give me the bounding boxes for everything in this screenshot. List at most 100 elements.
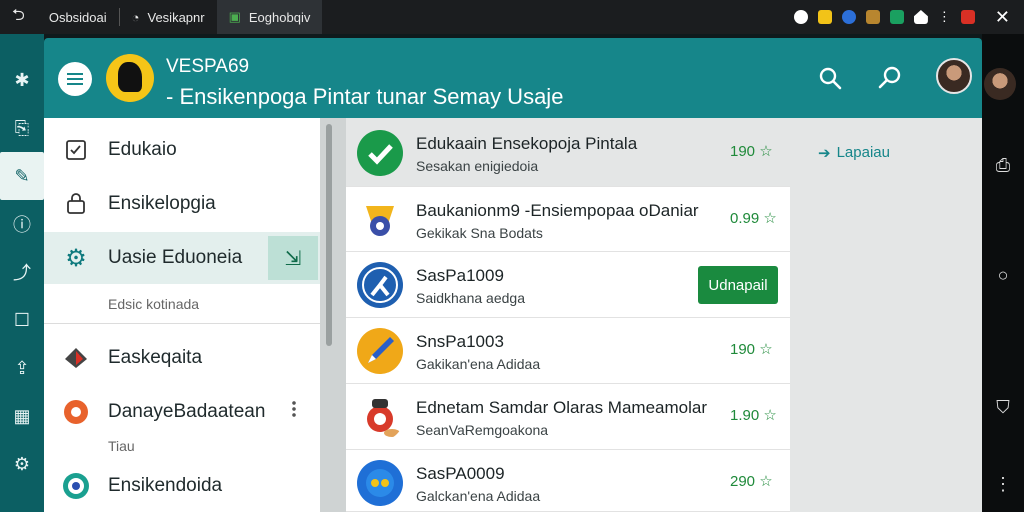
app-subtitle: Sesakan enigiedoia xyxy=(416,158,539,174)
drawer-item-danayebadaatean[interactable]: DanayeBadaatean xyxy=(44,386,320,438)
drawer-item-ensikendoida[interactable]: Ensikendoida xyxy=(44,460,320,512)
app-subtitle: Gakikan'ena Adidaa xyxy=(416,356,541,372)
drawer-scrollbar[interactable] xyxy=(326,124,332,346)
yellow-app-icon[interactable] xyxy=(817,10,832,24)
tab-2-label: Vesikapnr xyxy=(147,9,205,25)
list-item[interactable]: Edukaain Ensekopoja Pintala Sesakan enig… xyxy=(346,120,790,186)
hamburger-icon xyxy=(67,73,83,85)
shield-icon[interactable]: ⛉ xyxy=(982,359,1024,457)
arrow-diagonal-icon: ⇲ xyxy=(284,247,302,270)
app-subtitle: - Ensikenpoga Pintar tunar Semay Usaje xyxy=(166,84,564,109)
tab-2[interactable]: ◔ Vesikapnr xyxy=(120,0,217,34)
search-alt-icon[interactable] xyxy=(876,64,904,92)
drawer-item-edukaio[interactable]: Edukaio xyxy=(44,124,320,176)
tab-3-icon: ▣ xyxy=(228,9,241,24)
app-subtitle: Galckan'ena Adidaa xyxy=(416,488,541,504)
nav-drawer: Edukaio Ensikelopgia ⚙ Uasie Eduoneia ⇲ … xyxy=(44,118,320,512)
orange-circle-icon xyxy=(62,398,90,426)
back-arrow-icon: ⮌ xyxy=(12,6,25,24)
blue-k-app-icon xyxy=(357,262,403,308)
app-rating: 0.99 ☆ xyxy=(730,210,777,227)
drawer-item-ensikelopgia[interactable]: Ensikelopgia xyxy=(44,178,320,230)
share-rail-icon[interactable]: ⤴ xyxy=(0,248,44,296)
drawer-caption: Edsic kotinada xyxy=(108,296,200,312)
app-rating: 190 ☆ xyxy=(730,341,773,358)
tab-3[interactable]: ▣ Eoghobqiv xyxy=(216,0,323,34)
pencil-app-icon xyxy=(357,328,403,374)
drawer-item-label: Ensikelopgia xyxy=(108,193,216,214)
diamond-icon xyxy=(62,344,90,372)
more-options-icon[interactable] xyxy=(292,400,296,418)
top-link[interactable]: ➔ Lapaiau xyxy=(818,144,890,162)
red-app-icon[interactable] xyxy=(960,10,975,24)
list-item[interactable]: SnsPa1003 Gakikan'ena Adidaa 190 ☆ xyxy=(346,318,790,384)
gear-rail-icon[interactable]: ⚙ xyxy=(0,440,44,488)
app-subtitle: Saidkhana aedga xyxy=(416,290,525,306)
app-subtitle: SeanVaRemgoakona xyxy=(416,422,549,438)
tab-3-label: Eoghobqiv xyxy=(248,9,311,25)
app-subtitle: Gekikak Sna Bodats xyxy=(416,225,543,241)
list-item[interactable]: Baukanionm9 -Ensiempopaa oDaniar Gekikak… xyxy=(346,186,790,252)
list-item[interactable]: SasPA0009 Galckan'ena Adidaa 290 ☆ xyxy=(346,450,790,512)
cartoon-app-icon xyxy=(360,397,400,437)
more-vertical-icon[interactable]: ⋮ xyxy=(938,9,951,25)
app-title: VESPA69 xyxy=(166,56,250,77)
home-icon[interactable] xyxy=(913,10,928,24)
app-title: SnsPa1003 xyxy=(416,332,504,351)
close-button[interactable]: ✕ xyxy=(995,7,1010,28)
list-item[interactable]: SasPa1009 Saidkhana aedga Udnapail xyxy=(346,252,790,318)
drawer-item-uasie-eduoneia[interactable]: ⚙ Uasie Eduoneia ⇲ xyxy=(44,232,320,284)
tab-1-label: Osbsidoai xyxy=(48,9,107,25)
side-avatar[interactable] xyxy=(984,68,1016,100)
app-logo xyxy=(106,54,154,102)
search-icon[interactable] xyxy=(816,64,844,92)
lock-icon xyxy=(62,190,90,218)
edit-rail-icon[interactable]: ✎ xyxy=(0,152,44,200)
right-system-rail: ⎙ ○ ⛉ ⋮ xyxy=(982,34,1024,512)
drawer-caption: Tiau xyxy=(108,438,135,454)
user-avatar[interactable] xyxy=(936,58,972,94)
app-title: SasPA0009 xyxy=(416,464,505,483)
back-button[interactable]: ⮌ xyxy=(0,0,37,34)
green-app-icon[interactable] xyxy=(889,10,904,24)
app-rating: 1.90 ☆ xyxy=(730,407,777,424)
top-link-label: Lapaiau xyxy=(836,144,890,161)
app-title: Ednetam Samdar Olaras Mameamolar xyxy=(416,398,708,417)
record-icon[interactable] xyxy=(793,10,808,24)
settings-rail-icon[interactable]: ✱ xyxy=(0,56,44,104)
drawer-item-easkeqaita[interactable]: Easkeqaita xyxy=(44,332,320,384)
globe-icon[interactable] xyxy=(841,10,856,24)
shield-app-icon xyxy=(357,197,403,243)
upload-rail-icon[interactable]: ⇪ xyxy=(0,344,44,392)
teal-circle-icon xyxy=(62,472,90,500)
checklist-icon xyxy=(62,136,90,164)
arrow-right-icon: ➔ xyxy=(818,145,831,162)
tab-1[interactable]: Osbsidoai xyxy=(37,0,119,34)
app-rating: 190 ☆ xyxy=(730,143,773,160)
info-rail-icon[interactable]: ⓘ xyxy=(0,200,44,248)
brown-app-icon[interactable] xyxy=(865,10,880,24)
cast-icon[interactable]: ⎙ xyxy=(982,138,1024,193)
clipboard-rail-icon[interactable]: ⎘ xyxy=(0,104,44,152)
browser-tab-bar: ⮌ Osbsidoai ◔ Vesikapnr ▣ Eoghobqiv ⋮ ✕ xyxy=(0,0,1024,34)
menu-button[interactable] xyxy=(58,62,92,96)
drawer-item-label: Easkeqaita xyxy=(108,347,203,368)
grid-rail-icon[interactable]: ▦ xyxy=(0,392,44,440)
more-vertical-icon-right[interactable]: ⋮ xyxy=(982,457,1024,512)
install-button[interactable]: Udnapail xyxy=(698,266,778,304)
drawer-divider xyxy=(44,323,320,324)
drawer-item-label: Uasie Eduoneia xyxy=(108,247,243,268)
pin-button[interactable]: ⇲ xyxy=(268,236,318,280)
system-tray: ⋮ ✕ xyxy=(793,7,1024,28)
drawer-item-label: DanayeBadaatean xyxy=(108,401,266,422)
home-circle-icon[interactable]: ○ xyxy=(982,193,1024,358)
app-title: Baukanionm9 -Ensiempopaa oDaniar xyxy=(416,201,699,220)
blue-dots-app-icon xyxy=(357,460,403,506)
list-item[interactable]: Ednetam Samdar Olaras Mameamolar SeanVaR… xyxy=(346,384,790,450)
checkmark-app-icon xyxy=(357,130,403,176)
scroll-gutter xyxy=(320,118,346,512)
app-rating: 290 ☆ xyxy=(730,473,773,490)
tab-2-icon: ◔ xyxy=(131,9,140,25)
gear-icon: ⚙ xyxy=(65,244,87,272)
square-rail-icon[interactable]: ☐ xyxy=(0,296,44,344)
